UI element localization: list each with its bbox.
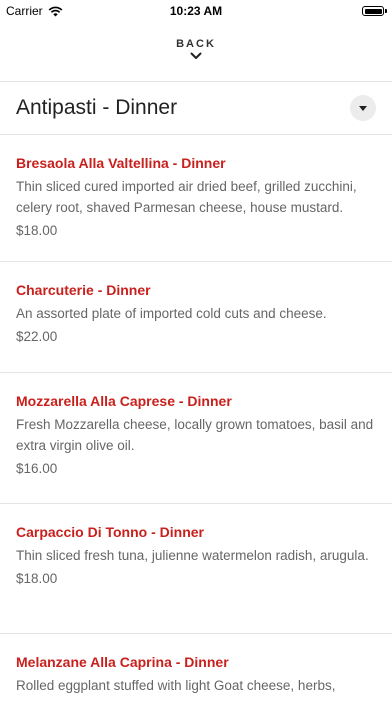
item-name: Melanzane Alla Caprina - Dinner xyxy=(16,654,229,670)
item-description: Rolled eggplant stuffed with light Goat … xyxy=(16,678,336,693)
item-description: Fresh Mozzarella cheese, locally grown t… xyxy=(16,417,374,453)
section-title: Antipasti - Dinner xyxy=(16,96,178,119)
menu-item[interactable]: Bresaola Alla Valtellina - Dinner Thin s… xyxy=(0,134,392,261)
menu-item[interactable]: Melanzane Alla Caprina - Dinner Rolled e… xyxy=(0,633,392,703)
item-price: $18.00 xyxy=(16,571,58,586)
menu-item[interactable]: Charcuterie - Dinner An assorted plate o… xyxy=(0,261,392,372)
item-description: Thin sliced cured imported air dried bee… xyxy=(16,179,357,215)
status-time: 10:23 AM xyxy=(169,4,223,18)
section-header: Antipasti - Dinner xyxy=(0,82,392,134)
menu-list: Bresaola Alla Valtellina - Dinner Thin s… xyxy=(0,134,392,703)
battery-icon xyxy=(362,6,387,16)
caret-down-icon xyxy=(359,105,367,111)
item-price: $16.00 xyxy=(16,461,58,476)
chevron-down-icon xyxy=(190,52,202,59)
item-price: $18.00 xyxy=(16,223,58,238)
status-bar: Carrier 10:23 AM xyxy=(0,0,392,22)
item-name: Mozzarella Alla Caprese - Dinner xyxy=(16,393,232,409)
item-name: Bresaola Alla Valtellina - Dinner xyxy=(16,155,226,171)
item-price: $22.00 xyxy=(16,329,58,344)
menu-item[interactable]: Mozzarella Alla Caprese - Dinner Fresh M… xyxy=(0,372,392,503)
item-name: Charcuterie - Dinner xyxy=(16,282,151,298)
item-name: Carpaccio Di Tonno - Dinner xyxy=(16,524,204,540)
item-description: An assorted plate of imported cold cuts … xyxy=(16,306,327,321)
section-dropdown-button[interactable] xyxy=(350,95,376,121)
menu-item[interactable]: Carpaccio Di Tonno - Dinner Thin sliced … xyxy=(0,503,392,633)
item-description: Thin sliced fresh tuna, julienne waterme… xyxy=(16,548,369,563)
back-label: BACK xyxy=(176,38,216,50)
back-button[interactable]: BACK xyxy=(0,34,392,80)
